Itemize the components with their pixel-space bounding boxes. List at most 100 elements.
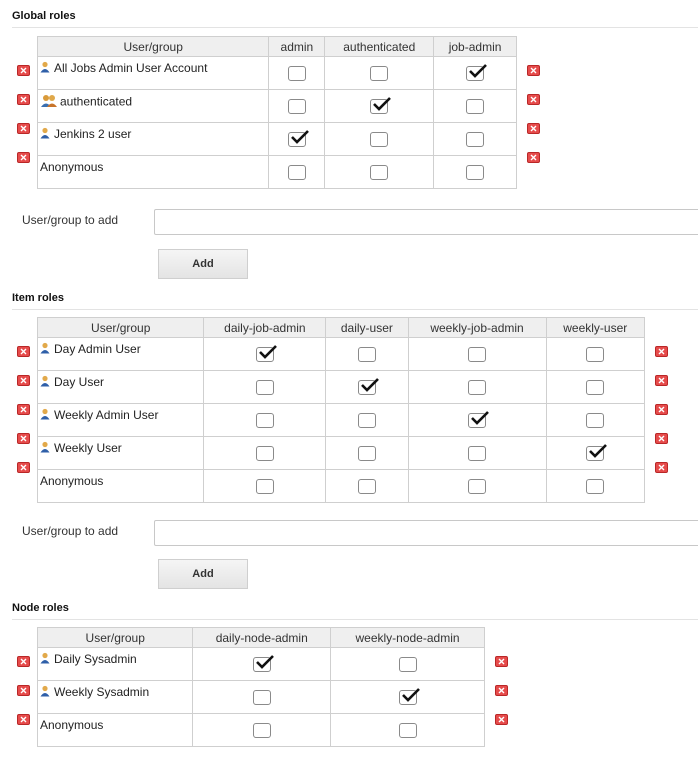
- table-row: Jenkins 2 user: [36, 122, 517, 156]
- role-checkbox-weekly-job-admin[interactable]: [468, 410, 489, 428]
- role-checkbox-admin[interactable]: [287, 65, 306, 81]
- role-checkbox-daily-user[interactable]: [357, 377, 379, 395]
- role-checkbox-daily-job-admin[interactable]: [255, 379, 274, 395]
- permission-cell: [268, 89, 326, 123]
- node-roles-divider: [12, 619, 698, 620]
- permission-cell: [192, 680, 332, 714]
- permission-cell: [545, 436, 646, 470]
- role-checkbox-daily-user[interactable]: [357, 478, 376, 494]
- column-header-daily-job-admin: daily-job-admin: [203, 317, 327, 338]
- role-checkbox-weekly-job-admin[interactable]: [468, 478, 487, 494]
- delete-row-right-icon[interactable]: [527, 65, 540, 76]
- role-checkbox-daily-job-admin[interactable]: [255, 344, 277, 362]
- role-checkbox-weekly-node-admin[interactable]: [398, 722, 417, 738]
- role-checkbox-weekly-job-admin[interactable]: [468, 346, 487, 362]
- role-checkbox-job-admin[interactable]: [466, 164, 485, 180]
- role-checkbox-authenticated[interactable]: [370, 65, 389, 81]
- user-icon: [40, 441, 54, 456]
- delete-row-left-icon[interactable]: [17, 714, 30, 725]
- delete-row-right-icon[interactable]: [495, 714, 508, 725]
- role-checkbox-daily-user[interactable]: [357, 445, 376, 461]
- role-checkbox-daily-job-admin[interactable]: [255, 412, 274, 428]
- delete-row-right-icon[interactable]: [655, 462, 668, 473]
- delete-row-right-icon[interactable]: [655, 404, 668, 415]
- role-checkbox-daily-node-admin[interactable]: [252, 722, 271, 738]
- role-checkbox-weekly-user[interactable]: [586, 379, 605, 395]
- permission-cell: [192, 647, 332, 681]
- user-group-name: Day Admin User: [54, 342, 141, 356]
- role-checkbox-weekly-job-admin[interactable]: [468, 379, 487, 395]
- role-checkbox-daily-job-admin[interactable]: [255, 445, 274, 461]
- delete-row-right-icon[interactable]: [655, 433, 668, 444]
- role-checkbox-weekly-user[interactable]: [586, 478, 605, 494]
- delete-row-left-icon[interactable]: [17, 65, 30, 76]
- user-group-cell: Anonymous: [36, 469, 205, 503]
- permission-cell: [407, 469, 547, 503]
- role-checkbox-authenticated[interactable]: [370, 164, 389, 180]
- permission-cell: [433, 122, 517, 156]
- column-header-weekly-node-admin: weekly-node-admin: [330, 627, 485, 648]
- role-checkbox-job-admin[interactable]: [466, 63, 487, 81]
- delete-row-left-icon[interactable]: [17, 94, 30, 105]
- delete-row-left-icon[interactable]: [17, 462, 30, 473]
- permission-cell: [203, 337, 327, 371]
- role-checkbox-admin[interactable]: [287, 164, 306, 180]
- item-add-button[interactable]: Add: [158, 559, 248, 589]
- delete-row-right-icon[interactable]: [495, 685, 508, 696]
- user-icon: [40, 127, 54, 142]
- delete-row-left-icon[interactable]: [17, 346, 30, 357]
- role-checkbox-daily-job-admin[interactable]: [255, 478, 274, 494]
- role-checkbox-job-admin[interactable]: [466, 98, 485, 114]
- role-checkbox-admin[interactable]: [287, 98, 306, 114]
- permission-cell: [407, 337, 547, 371]
- table-row: Anonymous: [36, 155, 517, 189]
- role-checkbox-job-admin[interactable]: [466, 131, 485, 147]
- role-checkbox-daily-node-admin[interactable]: [252, 654, 274, 672]
- permission-cell: [268, 122, 326, 156]
- delete-row-left-icon[interactable]: [17, 152, 30, 163]
- user-group-name: Jenkins 2 user: [54, 127, 132, 141]
- item-roles-table: User/group daily-job-admin daily-user weekl…: [36, 317, 646, 503]
- column-header-user-group: User/group: [36, 627, 194, 648]
- delete-row-right-icon[interactable]: [527, 123, 540, 134]
- user-group-cell: Weekly Admin User: [36, 403, 205, 437]
- item-roles-divider: [12, 309, 698, 310]
- global-add-button[interactable]: Add: [158, 249, 248, 279]
- permission-cell: [192, 713, 332, 747]
- global-add-user-input[interactable]: [154, 209, 698, 235]
- table-row: Daily Sysadmin: [36, 647, 485, 681]
- role-checkbox-weekly-user[interactable]: [586, 443, 608, 461]
- role-checkbox-daily-user[interactable]: [357, 412, 376, 428]
- delete-row-right-icon[interactable]: [655, 346, 668, 357]
- delete-row-left-icon[interactable]: [17, 433, 30, 444]
- user-icon: [40, 652, 54, 667]
- permission-cell: [268, 56, 326, 90]
- global-roles-table: User/group admin authenticated job-admin Al…: [36, 36, 517, 189]
- delete-row-right-icon[interactable]: [655, 375, 668, 386]
- role-checkbox-weekly-job-admin[interactable]: [468, 445, 487, 461]
- delete-row-right-icon[interactable]: [527, 94, 540, 105]
- user-group-cell: Daily Sysadmin: [36, 647, 194, 681]
- delete-row-right-icon[interactable]: [527, 152, 540, 163]
- table-row: Weekly Admin User: [36, 403, 646, 437]
- delete-row-right-icon[interactable]: [495, 656, 508, 667]
- delete-row-left-icon[interactable]: [17, 685, 30, 696]
- role-checkbox-daily-node-admin[interactable]: [252, 689, 271, 705]
- permission-cell: [325, 403, 409, 437]
- role-checkbox-authenticated[interactable]: [370, 131, 389, 147]
- role-checkbox-weekly-user[interactable]: [586, 346, 605, 362]
- role-checkbox-weekly-user[interactable]: [586, 412, 605, 428]
- role-checkbox-weekly-node-admin[interactable]: [398, 656, 417, 672]
- delete-row-left-icon[interactable]: [17, 123, 30, 134]
- delete-row-left-icon[interactable]: [17, 375, 30, 386]
- role-checkbox-admin[interactable]: [287, 129, 309, 147]
- role-checkbox-authenticated[interactable]: [370, 96, 392, 114]
- delete-row-left-icon[interactable]: [17, 656, 30, 667]
- table-row: Weekly Sysadmin: [36, 680, 485, 714]
- role-checkbox-daily-user[interactable]: [357, 346, 376, 362]
- item-add-user-input[interactable]: [154, 520, 698, 546]
- delete-row-left-icon[interactable]: [17, 404, 30, 415]
- role-checkbox-weekly-node-admin[interactable]: [398, 687, 420, 705]
- permission-cell: [325, 370, 409, 404]
- node-roles-title: Node roles: [12, 602, 69, 614]
